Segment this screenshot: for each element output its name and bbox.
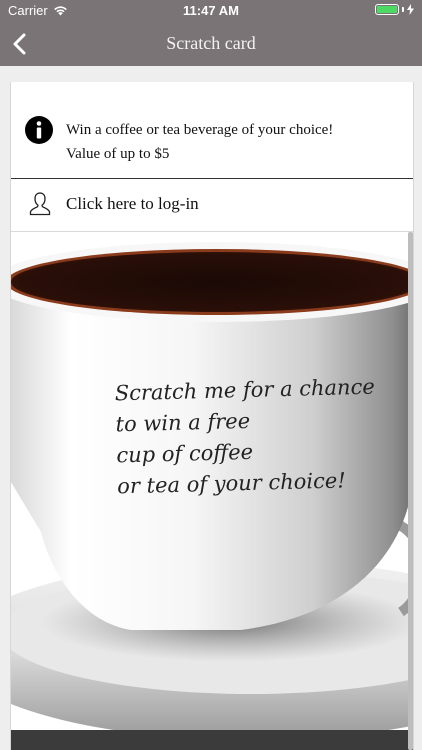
- charging-bolt-icon: [407, 4, 414, 15]
- prize-description: Win a coffee or tea beverage of your cho…: [66, 118, 333, 166]
- person-icon: [29, 192, 51, 216]
- prize-line-2: Value of up to $5: [66, 146, 170, 162]
- status-bar: Carrier 11:47 AM: [0, 0, 422, 22]
- battery-icon: [375, 4, 399, 15]
- status-time: 11:47 AM: [183, 3, 239, 18]
- login-row[interactable]: Click here to log-in: [11, 179, 413, 232]
- scratch-card-panel: Win a coffee or tea beverage of your cho…: [10, 82, 414, 750]
- prize-info-row: Win a coffee or tea beverage of your cho…: [11, 82, 413, 179]
- prize-line-1: Win a coffee or tea beverage of your cho…: [66, 122, 334, 138]
- scratch-message: Scratch me for a chance to win a free cu…: [114, 372, 377, 503]
- page-title: Scratch card: [166, 33, 256, 53]
- battery-nub: [402, 7, 404, 12]
- scrollbar[interactable]: [408, 232, 413, 750]
- navigation-bar: Scratch card: [0, 22, 422, 66]
- status-right: [375, 4, 414, 15]
- info-icon: [25, 116, 53, 144]
- scratch-card-image[interactable]: Scratch me for a chance to win a free cu…: [11, 232, 413, 750]
- login-label: Click here to log-in: [66, 194, 199, 213]
